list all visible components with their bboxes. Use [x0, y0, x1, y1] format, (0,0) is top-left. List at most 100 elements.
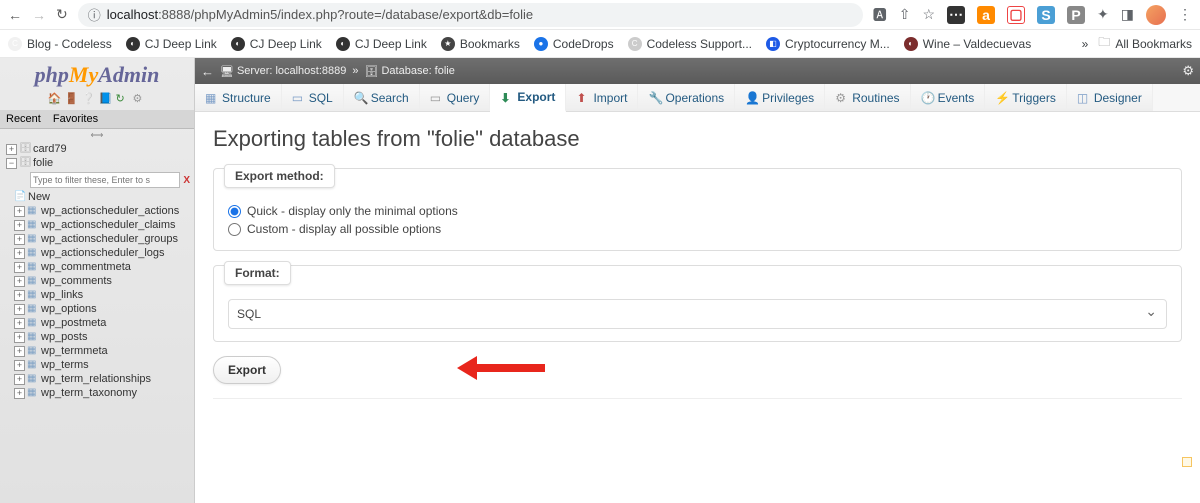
db-node[interactable]: + 🗄 card79 — [0, 142, 194, 156]
bookmark-item[interactable]: ◐CJ Deep Link — [231, 37, 322, 51]
reload-nav-icon[interactable]: ↻ — [116, 92, 130, 106]
table-node[interactable]: +▦wp_posts — [0, 330, 194, 344]
radio-quick[interactable]: Quick - display only the minimal options — [228, 202, 1167, 220]
share-icon[interactable]: ⇧ — [899, 6, 911, 23]
tab-favorites[interactable]: Favorites — [47, 110, 104, 128]
extension-icon[interactable]: P — [1067, 6, 1085, 24]
bookmark-item[interactable]: ◐CJ Deep Link — [126, 37, 217, 51]
table-node[interactable]: +▦wp_options — [0, 302, 194, 316]
table-node[interactable]: +▦wp_comments — [0, 274, 194, 288]
tab-designer[interactable]: ◫Designer — [1067, 84, 1153, 111]
expand-icon[interactable]: + — [14, 374, 25, 385]
extension-icon[interactable]: ⋯ — [947, 6, 965, 24]
db-node[interactable]: − 🗄 folie — [0, 156, 194, 170]
back-button[interactable]: ← — [8, 7, 22, 23]
menu-icon[interactable]: ⋮ — [1178, 6, 1192, 23]
bookmark-item[interactable]: ◐Wine – Valdecuevas — [904, 37, 1032, 51]
bookmark-item[interactable]: ●CodeDrops — [534, 37, 614, 51]
logout-icon[interactable]: 🚪 — [65, 92, 79, 106]
tab-export[interactable]: ⬇Export — [490, 84, 566, 112]
tab-sql[interactable]: ▭SQL — [282, 84, 344, 111]
profile-avatar[interactable] — [1146, 5, 1166, 25]
bookmark-item[interactable]: ★Bookmarks — [441, 37, 520, 51]
breadcrumb-server[interactable]: 🖥 Server: localhost:8889 — [220, 65, 346, 78]
expand-icon[interactable]: + — [14, 206, 25, 217]
expand-icon[interactable]: + — [14, 290, 25, 301]
address-bar[interactable]: ⓘ localhost:8888/phpMyAdmin5/index.php?r… — [78, 3, 863, 27]
tab-privileges[interactable]: 👤Privileges — [735, 84, 825, 111]
expand-icon[interactable]: + — [14, 220, 25, 231]
collapse-handle[interactable]: ⟷ — [0, 129, 194, 142]
main-tabs: ▦Structure▭SQL🔍Search▭Query⬇Export⬆Impor… — [195, 84, 1200, 112]
table-node[interactable]: +▦wp_actionscheduler_logs — [0, 246, 194, 260]
expand-icon[interactable]: + — [6, 144, 17, 155]
table-node[interactable]: +▦wp_commentmeta — [0, 260, 194, 274]
tab-routines[interactable]: ⚙Routines — [825, 84, 910, 111]
table-node[interactable]: +▦wp_term_taxonomy — [0, 386, 194, 400]
clear-filter[interactable]: X — [183, 175, 190, 186]
table-node[interactable]: +▦wp_actionscheduler_claims — [0, 218, 194, 232]
tab-query[interactable]: ▭Query — [420, 84, 491, 111]
console-toggle[interactable] — [1182, 457, 1192, 467]
sidebar-tabs: Recent Favorites — [0, 110, 194, 129]
all-bookmarks[interactable]: 🗀 All Bookmarks — [1098, 33, 1192, 54]
gear-icon[interactable]: ⚙ — [133, 92, 147, 106]
extension-icon[interactable]: ▢ — [1007, 6, 1025, 24]
table-node[interactable]: +▦wp_term_relationships — [0, 372, 194, 386]
tab-search[interactable]: 🔍Search — [344, 84, 420, 111]
home-icon[interactable]: 🏠 — [48, 92, 62, 106]
bookmark-item[interactable]: CCodeless Support... — [628, 37, 752, 51]
table-node[interactable]: +▦wp_actionscheduler_actions — [0, 204, 194, 218]
table-node[interactable]: +▦wp_postmeta — [0, 316, 194, 330]
bookmark-star-icon[interactable]: ☆ — [922, 6, 935, 23]
extension-icon[interactable]: a — [977, 6, 995, 24]
table-node[interactable]: +▦wp_termmeta — [0, 344, 194, 358]
bookmark-item[interactable]: CBlog - Codeless — [8, 37, 112, 51]
forward-button[interactable]: → — [32, 7, 46, 23]
new-table[interactable]: 📄 New — [0, 190, 194, 204]
phpmyadmin-logo[interactable]: phpMyAdmin — [0, 58, 194, 90]
expand-icon[interactable]: + — [14, 332, 25, 343]
format-select[interactable]: SQL — [228, 299, 1167, 329]
page-settings-icon[interactable]: ⚙ — [1182, 63, 1194, 79]
radio-quick-input[interactable] — [228, 205, 241, 218]
site-info-icon[interactable]: ⓘ — [88, 5, 101, 24]
docs-icon[interactable]: ❔ — [82, 92, 96, 106]
format-legend: Format: — [224, 261, 291, 285]
table-filter-input[interactable] — [30, 172, 180, 188]
expand-icon[interactable]: + — [14, 388, 25, 399]
expand-icon[interactable]: + — [14, 276, 25, 287]
tab-triggers[interactable]: ⚡Triggers — [985, 84, 1067, 111]
expand-icon[interactable]: + — [14, 360, 25, 371]
page-title: Exporting tables from "folie" database — [213, 126, 1182, 152]
expand-icon[interactable]: + — [14, 346, 25, 357]
expand-icon[interactable]: + — [14, 304, 25, 315]
table-node[interactable]: +▦wp_actionscheduler_groups — [0, 232, 194, 246]
table-node[interactable]: +▦wp_links — [0, 288, 194, 302]
reload-button[interactable]: ↻ — [56, 6, 68, 23]
radio-custom[interactable]: Custom - display all possible options — [228, 220, 1167, 238]
collapse-icon[interactable]: − — [6, 158, 17, 169]
translate-icon[interactable]: 🅰 — [873, 5, 887, 25]
tab-events[interactable]: 🕐Events — [911, 84, 986, 111]
expand-icon[interactable]: + — [14, 234, 25, 245]
sidepanel-icon[interactable]: ◨ — [1121, 6, 1134, 23]
breadcrumb-back[interactable]: ← — [201, 64, 214, 79]
table-node[interactable]: +▦wp_terms — [0, 358, 194, 372]
bookmark-item[interactable]: ◐CJ Deep Link — [336, 37, 427, 51]
tab-structure[interactable]: ▦Structure — [195, 84, 282, 111]
bookmark-item[interactable]: ◧Cryptocurrency M... — [766, 37, 890, 51]
extensions-menu-icon[interactable]: ✦ — [1097, 6, 1109, 23]
tab-recent[interactable]: Recent — [0, 110, 47, 128]
export-button[interactable]: Export — [213, 356, 281, 384]
extension-icon[interactable]: S — [1037, 6, 1055, 24]
settings-icon[interactable]: 📘 — [99, 92, 113, 106]
expand-icon[interactable]: + — [14, 262, 25, 273]
breadcrumb-database[interactable]: 🗄 Database: folie — [365, 65, 455, 78]
expand-icon[interactable]: + — [14, 318, 25, 329]
bookmarks-overflow[interactable]: » — [1082, 37, 1089, 51]
tab-import[interactable]: ⬆Import — [566, 84, 638, 111]
tab-operations[interactable]: 🔧Operations — [638, 84, 735, 111]
radio-custom-input[interactable] — [228, 223, 241, 236]
expand-icon[interactable]: + — [14, 248, 25, 259]
